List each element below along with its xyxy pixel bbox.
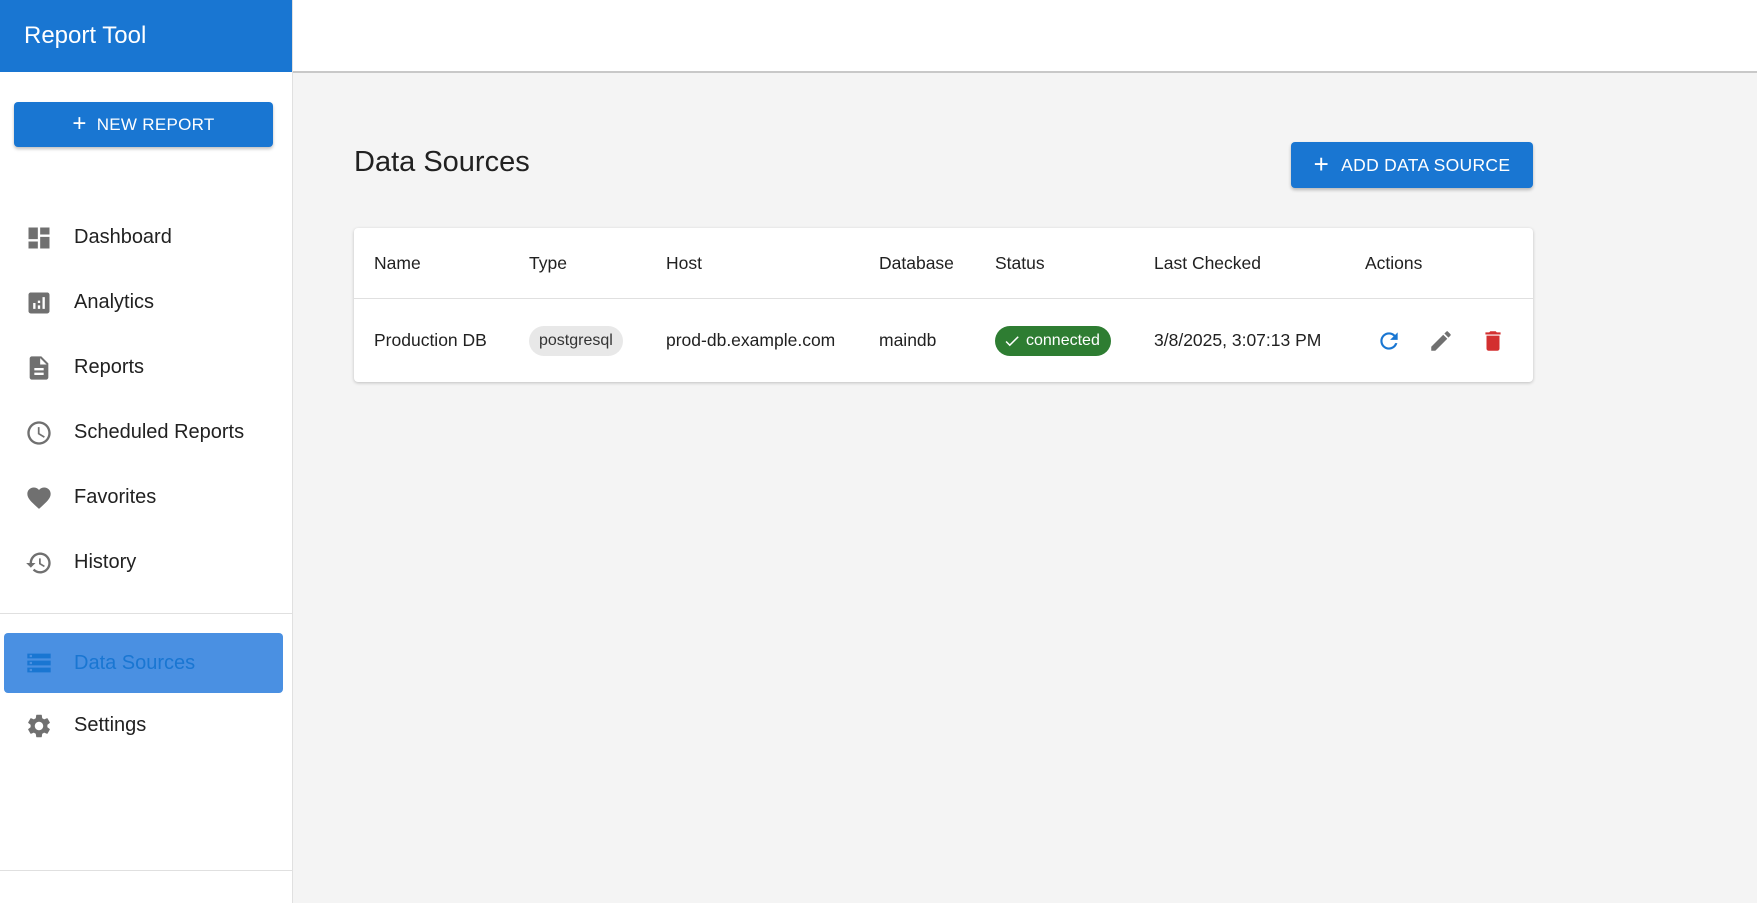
sidebar-item-label: Favorites	[74, 486, 157, 508]
edit-button[interactable]	[1423, 323, 1459, 359]
cell-last-checked: 3/8/2025, 3:07:13 PM	[1154, 330, 1322, 350]
plus-icon: +	[1313, 149, 1330, 179]
page-title: Data Sources	[354, 146, 530, 178]
dashboard-icon	[25, 224, 53, 252]
sidebar-item-analytics[interactable]: Analytics	[0, 270, 293, 335]
refresh-button[interactable]	[1371, 323, 1407, 359]
sidebar-item-label: Reports	[74, 356, 145, 378]
app-root: Report Tool + NEW REPORT Dashboard Analy…	[0, 0, 1757, 903]
app-title: Report Tool	[0, 0, 292, 72]
history-icon	[25, 549, 53, 577]
table-header: Name Type Host Database Status Last Chec…	[354, 228, 1533, 299]
sidebar-item-history[interactable]: History	[0, 530, 293, 595]
analytics-icon	[25, 289, 53, 317]
trash-icon	[1485, 330, 1501, 351]
sidebar-item-label: Scheduled Reports	[74, 421, 245, 443]
cell-actions	[1371, 299, 1527, 382]
column-header-name[interactable]: Name	[374, 228, 421, 298]
sidebar-item-dashboard[interactable]: Dashboard	[0, 205, 293, 270]
column-header-host[interactable]: Host	[666, 228, 702, 298]
cell-name: Production DB	[374, 330, 487, 350]
add-data-source-label: ADD DATA SOURCE	[1341, 154, 1511, 175]
status-label: connected	[1026, 331, 1100, 349]
sidebar-item-scheduled-reports[interactable]: Scheduled Reports	[0, 400, 293, 465]
sidebar-item-label: History	[74, 551, 137, 573]
column-header-database[interactable]: Database	[879, 228, 954, 298]
sidebar-item-settings[interactable]: Settings	[0, 693, 293, 758]
sidebar-divider	[0, 613, 293, 614]
gear-icon	[25, 712, 53, 740]
cell-status: connected	[995, 299, 1111, 382]
cell-host: prod-db.example.com	[666, 330, 836, 350]
type-chip: postgresql	[529, 325, 623, 356]
top-app-bar	[293, 0, 1757, 73]
sidebar-footer-divider	[0, 870, 293, 871]
sidebar-secondary-nav: Data Sources Settings	[0, 633, 293, 758]
sidebar-item-reports[interactable]: Reports	[0, 335, 293, 400]
pencil-icon	[1431, 330, 1451, 351]
clock-icon	[25, 419, 53, 447]
plus-icon: +	[72, 109, 87, 137]
sidebar-item-label: Dashboard	[74, 226, 172, 248]
cell-database: maindb	[879, 330, 937, 350]
cell-type: postgresql	[529, 299, 623, 382]
check-icon	[1005, 335, 1019, 346]
refresh-icon	[1380, 331, 1398, 350]
new-report-button[interactable]: + NEW REPORT	[14, 102, 273, 147]
sidebar-nav: Dashboard Analytics Reports Scheduled Re…	[0, 205, 293, 595]
sidebar-item-favorites[interactable]: Favorites	[0, 465, 293, 530]
sidebar-item-label: Data Sources	[74, 651, 196, 674]
table-row[interactable]: Production DB postgresql prod-db.example…	[354, 299, 1533, 382]
column-header-actions: Actions	[1365, 252, 1423, 273]
document-icon	[25, 354, 53, 382]
sidebar-item-data-sources[interactable]: Data Sources	[4, 633, 283, 693]
add-data-source-button[interactable]: + ADD DATA SOURCE	[1291, 142, 1533, 188]
heart-icon	[25, 484, 53, 512]
delete-button[interactable]	[1475, 323, 1511, 359]
column-header-status[interactable]: Status	[995, 228, 1045, 298]
sidebar-item-label: Analytics	[74, 291, 155, 313]
new-report-label: NEW REPORT	[96, 114, 215, 134]
column-header-last-checked[interactable]: Last Checked	[1154, 228, 1261, 298]
sidebar-item-label: Settings	[74, 714, 147, 736]
storage-icon	[25, 649, 53, 677]
data-sources-table: Name Type Host Database Status Last Chec…	[354, 228, 1533, 382]
status-badge: connected	[995, 325, 1111, 356]
column-header-type[interactable]: Type	[529, 228, 567, 298]
sidebar: Report Tool + NEW REPORT Dashboard Analy…	[0, 0, 293, 903]
